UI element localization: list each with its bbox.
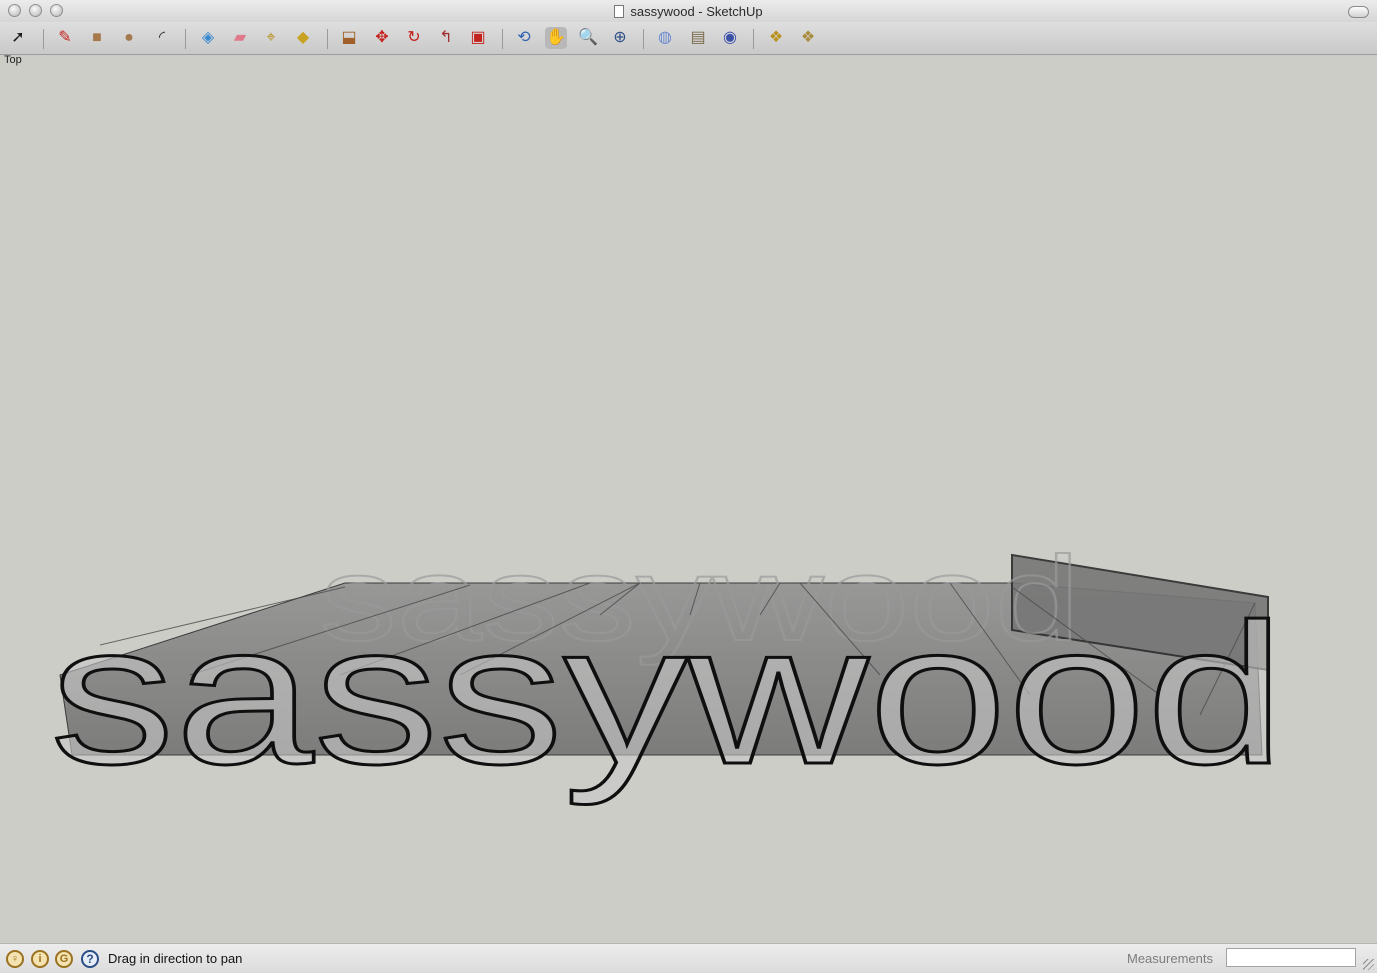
toolbar-separator [753,29,754,49]
tape-measure-icon: ⌖ [266,29,276,46]
window-title: sassywood - SketchUp [630,3,763,19]
document-icon [614,4,625,18]
toolbar-separator [327,29,328,49]
offset-tool-button[interactable]: ▣ [467,27,489,49]
title-bar: sassywood - SketchUp [0,0,1377,22]
warehouse-icon: ◍ [658,29,672,46]
model-front-text: sassywood [50,583,1285,806]
pencil-icon: ✎ [58,29,72,46]
get-models-tool-button[interactable]: ◍ [654,27,676,49]
zoom-window-button[interactable] [50,4,63,17]
get-components-icon: ❖ [768,29,784,46]
select-tool-button[interactable]: ➚ [7,27,29,49]
status-text: Drag in direction to pan [108,951,243,966]
resize-grip[interactable] [1363,959,1374,970]
hand-icon: ✋ [546,29,566,46]
measurements-input[interactable] [1226,948,1356,967]
make-component-tool-button[interactable]: ◈ [197,27,219,49]
pan-tool-button[interactable]: ✋ [545,27,567,49]
model-canvas: sassywood sassywood [49,531,1287,808]
eraser-tool-button[interactable]: ▰ [229,27,251,49]
push-pull-icon: ⬓ [341,29,357,46]
rotate-icon: ↻ [407,29,421,46]
geo-location-icon[interactable]: ♀ [6,950,24,968]
toolbar-toggle-button[interactable] [1348,6,1369,18]
close-window-button[interactable] [8,4,21,17]
share-component-icon: ❖ [800,29,816,46]
window-controls [8,4,63,17]
tape-measure-tool-button[interactable]: ⌖ [260,27,282,49]
status-bar: ♀ i G ? Drag in direction to pan Measure… [0,943,1377,973]
rectangle-icon: ■ [92,29,102,46]
toolbar-separator [185,29,186,49]
toolbar-separator [43,29,44,49]
line-tool-button[interactable]: ✎ [54,27,76,49]
credits-icon[interactable]: i [31,950,49,968]
get-components-tool-button[interactable]: ❖ [765,27,787,49]
main-toolbar: ➚ ✎ ■ ● ◜ ◈ ▰ ⌖ ◆ ⬓ ✥ ↻ ↰ ▣ ⟲ ✋ 🔍 ⊕ ◍ ▤ … [0,22,1377,55]
share-component-tool-button[interactable]: ❖ [797,27,819,49]
paint-bucket-tool-button[interactable]: ◆ [292,27,314,49]
zoom-extents-icon: ⊕ [613,29,627,46]
share-model-tool-button[interactable]: ▤ [687,27,709,49]
earth-icon: ◉ [723,29,737,46]
google-icon[interactable]: G [55,950,73,968]
follow-me-tool-button[interactable]: ↰ [435,27,457,49]
help-icon[interactable]: ? [81,950,99,968]
orbit-tool-button[interactable]: ⟲ [513,27,535,49]
orbit-icon: ⟲ [517,29,531,46]
arc-tool-button[interactable]: ◜ [151,27,173,49]
google-earth-tool-button[interactable]: ◉ [719,27,741,49]
move-icon: ✥ [375,29,389,46]
share-model-icon: ▤ [690,29,706,46]
magnifier-icon: 🔍 [578,29,598,46]
rectangle-tool-button[interactable]: ■ [86,27,108,49]
toolbar-separator [502,29,503,49]
select-icon: ➚ [11,29,25,46]
minimize-window-button[interactable] [29,4,42,17]
measurements-label: Measurements [1127,951,1213,966]
paint-bucket-icon: ◆ [296,29,310,46]
arc-icon: ◜ [158,29,166,46]
move-tool-button[interactable]: ✥ [371,27,393,49]
toolbar-separator [643,29,644,49]
rotate-tool-button[interactable]: ↻ [403,27,425,49]
circle-tool-button[interactable]: ● [118,27,140,49]
circle-icon: ● [124,29,134,46]
component-icon: ◈ [201,29,215,46]
follow-me-icon: ↰ [439,29,453,46]
zoom-extents-tool-button[interactable]: ⊕ [609,27,631,49]
zoom-tool-button[interactable]: 🔍 [577,27,599,49]
push-pull-tool-button[interactable]: ⬓ [338,27,360,49]
modeling-viewport[interactable]: Top sassywood sassywood [0,55,1377,943]
offset-icon: ▣ [470,29,486,46]
eraser-icon: ▰ [233,29,247,46]
